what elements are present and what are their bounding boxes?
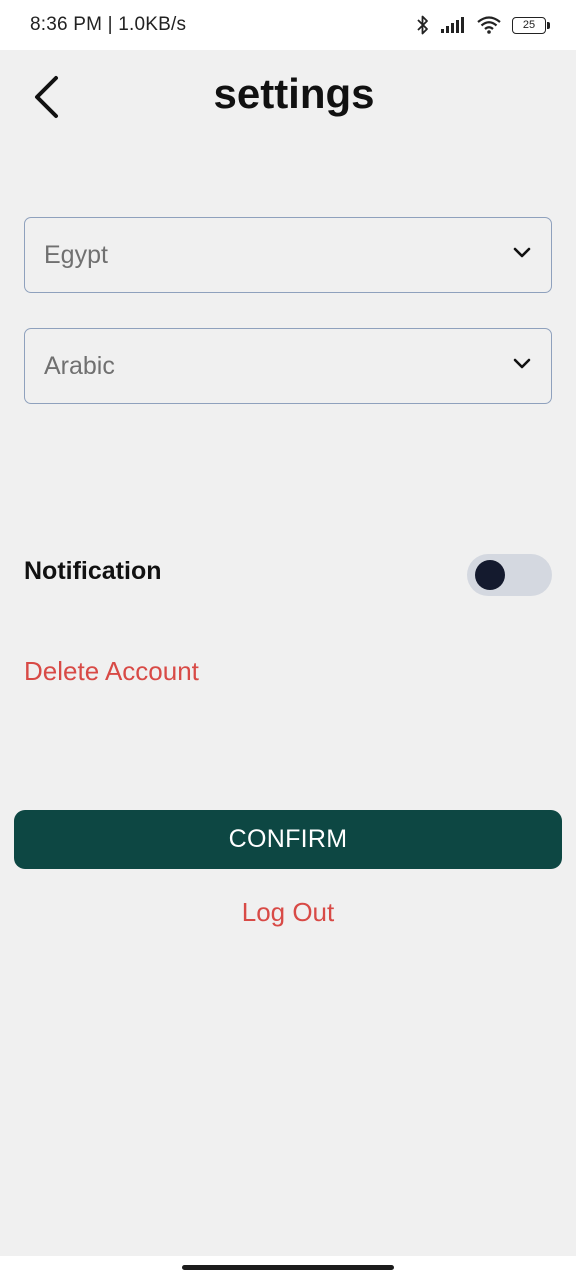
- settings-screen: 8:36 PM | 1.0KB/s 25 settings Egypt Arab…: [0, 0, 576, 1280]
- notification-toggle[interactable]: [467, 554, 552, 596]
- language-select[interactable]: Arabic: [24, 328, 552, 404]
- language-select-value: Arabic: [44, 351, 115, 380]
- bluetooth-icon: [416, 15, 430, 35]
- page-title: settings: [213, 70, 375, 117]
- logout-link[interactable]: Log Out: [0, 897, 576, 928]
- status-time: 8:36 PM | 1.0KB/s: [30, 14, 187, 35]
- chevron-down-icon: [513, 246, 531, 264]
- wifi-icon: [476, 15, 502, 35]
- home-indicator[interactable]: [182, 1265, 394, 1270]
- confirm-button[interactable]: CONFIRM: [14, 810, 562, 869]
- country-select-value: Egypt: [44, 240, 108, 269]
- delete-account-link[interactable]: Delete Account: [24, 656, 199, 687]
- system-nav-bar: [0, 1256, 576, 1280]
- chevron-down-icon: [513, 357, 531, 375]
- status-icons: 25: [416, 15, 550, 35]
- country-select[interactable]: Egypt: [24, 217, 552, 293]
- status-bar: 8:36 PM | 1.0KB/s 25: [0, 0, 576, 50]
- toggle-knob: [475, 560, 505, 590]
- notification-label: Notification: [24, 557, 162, 585]
- signal-icon: [440, 16, 466, 34]
- battery-icon: 25: [512, 16, 550, 34]
